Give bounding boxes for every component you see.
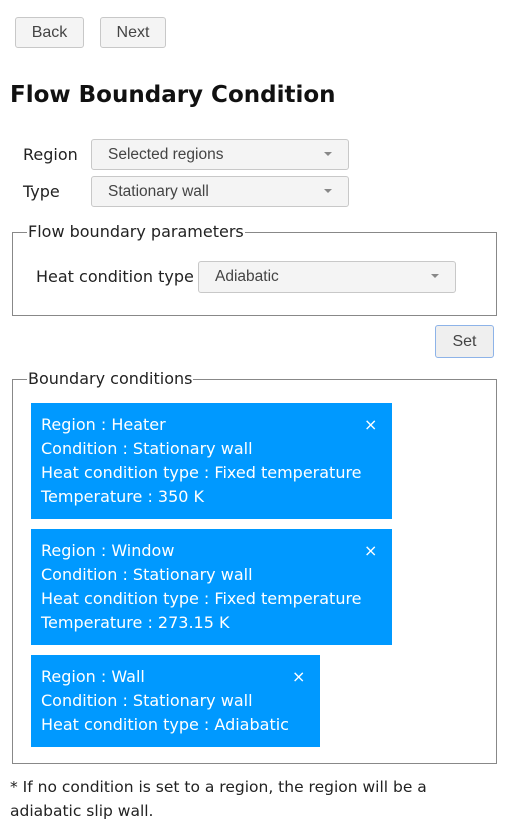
card-region: Region : Wall bbox=[41, 667, 145, 686]
next-button[interactable]: Next bbox=[100, 17, 166, 48]
heat-condition-type-select[interactable]: Adiabatic bbox=[198, 261, 456, 293]
type-select[interactable]: Stationary wall bbox=[91, 176, 349, 207]
card-heat-condition-type: Heat condition type : Fixed temperature bbox=[41, 463, 362, 482]
chevron-down-icon bbox=[431, 274, 439, 278]
region-label: Region bbox=[23, 145, 78, 164]
set-button[interactable]: Set bbox=[435, 325, 494, 358]
heat-condition-type-value: Adiabatic bbox=[215, 268, 279, 285]
card-condition: Condition : Stationary wall bbox=[41, 691, 253, 710]
card-condition: Condition : Stationary wall bbox=[41, 439, 253, 458]
boundary-condition-card: Region : Window Condition : Stationary w… bbox=[31, 529, 392, 645]
boundary-condition-card: Region : Wall Condition : Stationary wal… bbox=[31, 655, 320, 747]
card-region: Region : Window bbox=[41, 541, 175, 560]
card-temperature: Temperature : 350 K bbox=[41, 487, 205, 506]
region-select-value: Selected regions bbox=[108, 145, 224, 163]
boundary-condition-card: Region : Heater Condition : Stationary w… bbox=[31, 403, 392, 519]
region-select[interactable]: Selected regions bbox=[91, 139, 349, 170]
card-condition: Condition : Stationary wall bbox=[41, 565, 253, 584]
close-icon[interactable]: × bbox=[292, 665, 305, 689]
back-button[interactable]: Back bbox=[15, 17, 84, 48]
chevron-down-icon bbox=[324, 152, 332, 156]
chevron-down-icon bbox=[324, 189, 332, 193]
card-heat-condition-type: Heat condition type : Adiabatic bbox=[41, 715, 289, 734]
close-icon[interactable]: × bbox=[364, 413, 377, 437]
card-region: Region : Heater bbox=[41, 415, 166, 434]
type-label: Type bbox=[23, 182, 60, 201]
heat-condition-type-label: Heat condition type bbox=[36, 267, 194, 286]
flow-boundary-parameters-legend: Flow boundary parameters bbox=[28, 222, 244, 241]
card-heat-condition-type: Heat condition type : Fixed temperature bbox=[41, 589, 362, 608]
boundary-conditions-legend: Boundary conditions bbox=[28, 369, 193, 388]
page-title: Flow Boundary Condition bbox=[10, 82, 336, 108]
card-temperature: Temperature : 273.15 K bbox=[41, 613, 230, 632]
footnote: * If no condition is set to a region, th… bbox=[10, 778, 427, 820]
close-icon[interactable]: × bbox=[364, 539, 377, 563]
type-select-value: Stationary wall bbox=[108, 182, 209, 200]
